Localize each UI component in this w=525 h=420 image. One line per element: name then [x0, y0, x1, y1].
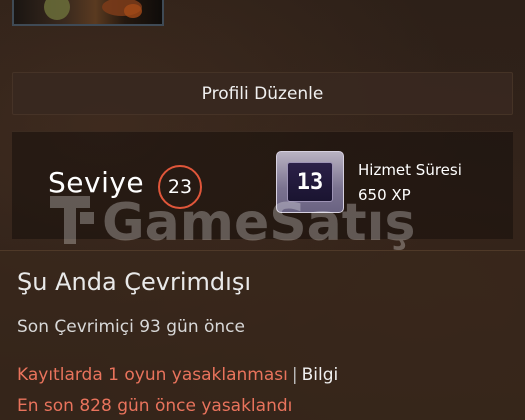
- last-online-text: Son Çevrimiçi 93 gün önce: [17, 317, 245, 337]
- ban-record-line: Kayıtlarda 1 oyun yasaklanması | Bilgi: [17, 365, 338, 385]
- ban-info-link[interactable]: Bilgi: [302, 365, 339, 385]
- badge-number: 13: [296, 169, 324, 195]
- avatar-image[interactable]: [12, 0, 164, 26]
- ban-record-text: Kayıtlarda 1 oyun yasaklanması: [17, 365, 288, 385]
- badge-number-box: 13: [287, 162, 333, 202]
- years-of-service-badge-icon[interactable]: 13: [276, 151, 344, 213]
- edit-profile-button[interactable]: Profili Düzenle: [12, 72, 513, 115]
- ban-separator: |: [291, 365, 298, 385]
- badge-title[interactable]: Hizmet Süresi: [358, 161, 462, 179]
- badge-xp: 650 XP: [358, 186, 411, 204]
- level-panel: Seviye 23 13 Hizmet Süresi 650 XP: [12, 131, 513, 239]
- level-label: Seviye: [48, 166, 145, 199]
- online-status-title: Şu Anda Çevrimdışı: [17, 268, 251, 296]
- edit-profile-label: Profili Düzenle: [201, 83, 324, 104]
- status-panel: Şu Anda Çevrimdışı Son Çevrimiçi 93 gün …: [0, 250, 525, 420]
- profile-page: Profili Düzenle Seviye 23 13 Hizmet Süre…: [0, 0, 525, 420]
- level-badge[interactable]: 23: [158, 165, 202, 209]
- level-value: 23: [167, 176, 193, 198]
- last-ban-text: En son 828 gün önce yasaklandı: [17, 396, 293, 416]
